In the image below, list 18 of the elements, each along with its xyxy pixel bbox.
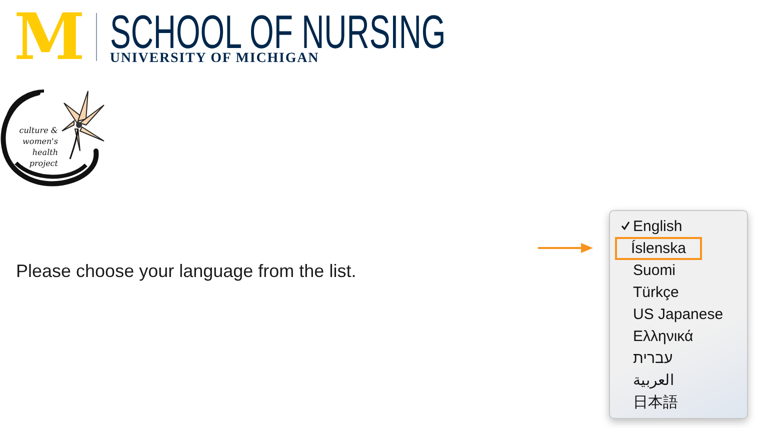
language-option[interactable]: العربية xyxy=(631,371,676,389)
language-option[interactable]: Türkçe xyxy=(631,284,681,300)
instruction-text: Please choose your language from the list. xyxy=(16,261,356,281)
logo-text-line: women's xyxy=(22,136,58,147)
logo-text-line: culture & xyxy=(19,125,58,136)
language-option[interactable]: 日本語 xyxy=(631,392,680,412)
university-subtitle: UNIVERSITY OF MICHIGAN xyxy=(110,52,320,66)
block-m-logo: M xyxy=(14,10,85,66)
logo-text-line: health xyxy=(32,147,58,158)
logo-text-line: project xyxy=(29,158,58,169)
language-option[interactable]: Suomi xyxy=(631,262,678,278)
language-option[interactable]: English xyxy=(631,218,684,234)
language-option[interactable]: Íslenska xyxy=(617,238,700,258)
school-title: SCHOOL OF NURSING xyxy=(110,10,446,54)
language-option[interactable]: עברית xyxy=(631,350,675,366)
pointer-arrow xyxy=(538,243,593,253)
language-option[interactable]: Ελληνικά xyxy=(631,328,696,344)
language-option[interactable]: US Japanese xyxy=(631,306,726,322)
